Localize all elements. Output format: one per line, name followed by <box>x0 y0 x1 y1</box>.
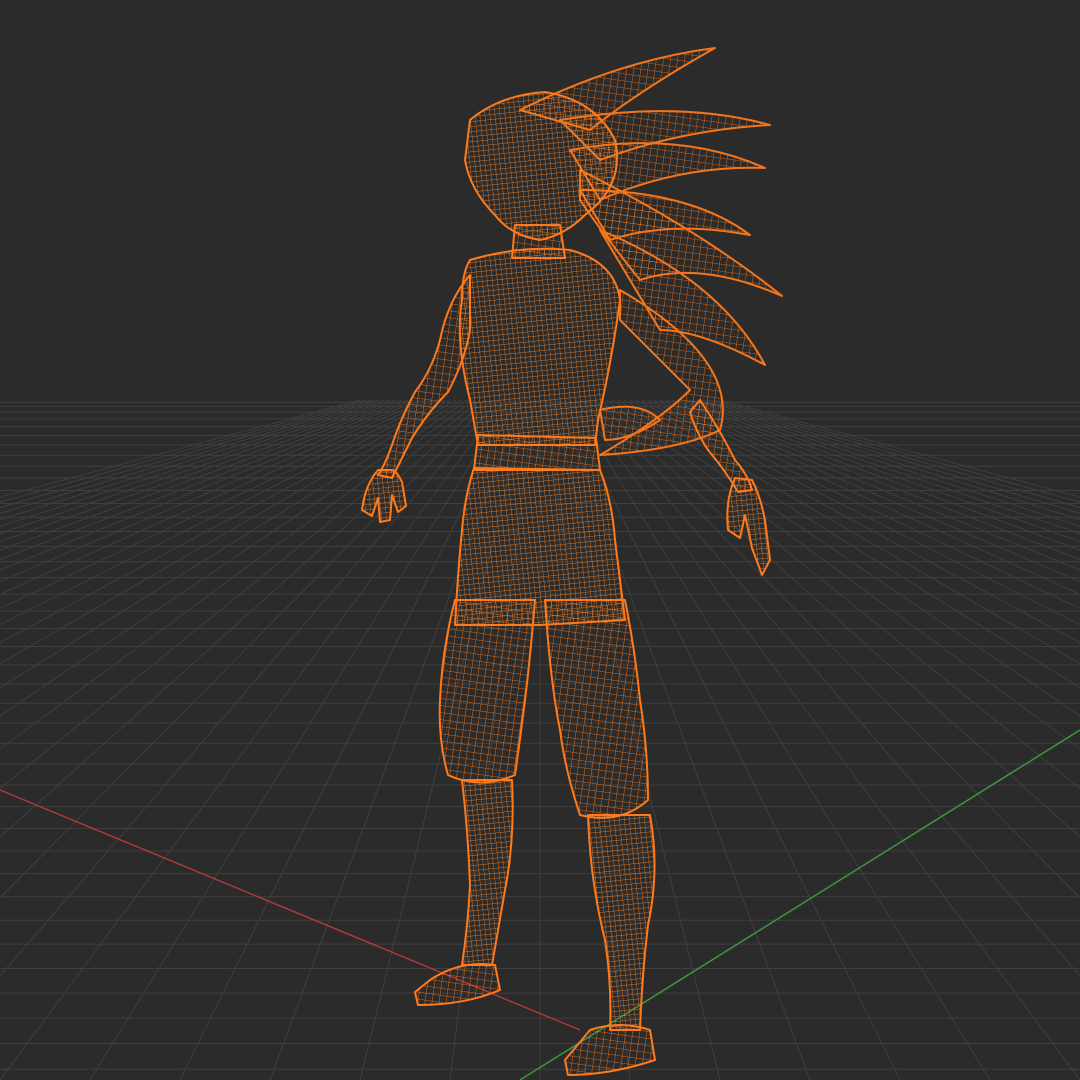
left-shin-mesh <box>461 779 514 966</box>
grid-line <box>0 399 415 561</box>
left-arm-mesh <box>377 274 471 479</box>
grid-line <box>617 399 1080 689</box>
grid-line <box>0 399 421 571</box>
right-hand-mesh <box>726 477 771 576</box>
grid-line <box>605 399 1080 750</box>
grid-line <box>0 399 385 521</box>
grid-line <box>719 399 1080 498</box>
left-foot-mesh <box>414 963 501 1006</box>
right-foot-mesh <box>564 1024 656 1076</box>
grid-line <box>0 399 361 498</box>
grid-line <box>0 399 481 790</box>
grid-line <box>0 399 463 689</box>
grid-line <box>599 399 1080 790</box>
grid-line <box>635 399 1080 626</box>
belt-mesh <box>473 434 601 471</box>
grid-line <box>0 399 427 583</box>
left-pants-mesh <box>438 599 536 784</box>
grid-line <box>623 399 1080 665</box>
3d-viewport[interactable] <box>0 0 1080 1080</box>
grid-line <box>629 399 1080 644</box>
grid-line <box>653 399 1080 583</box>
right-shin-mesh <box>587 814 656 1031</box>
grid-line <box>647 399 1080 595</box>
grid-line <box>659 399 1080 571</box>
torso-mesh <box>458 247 621 446</box>
grid-line <box>0 399 391 527</box>
